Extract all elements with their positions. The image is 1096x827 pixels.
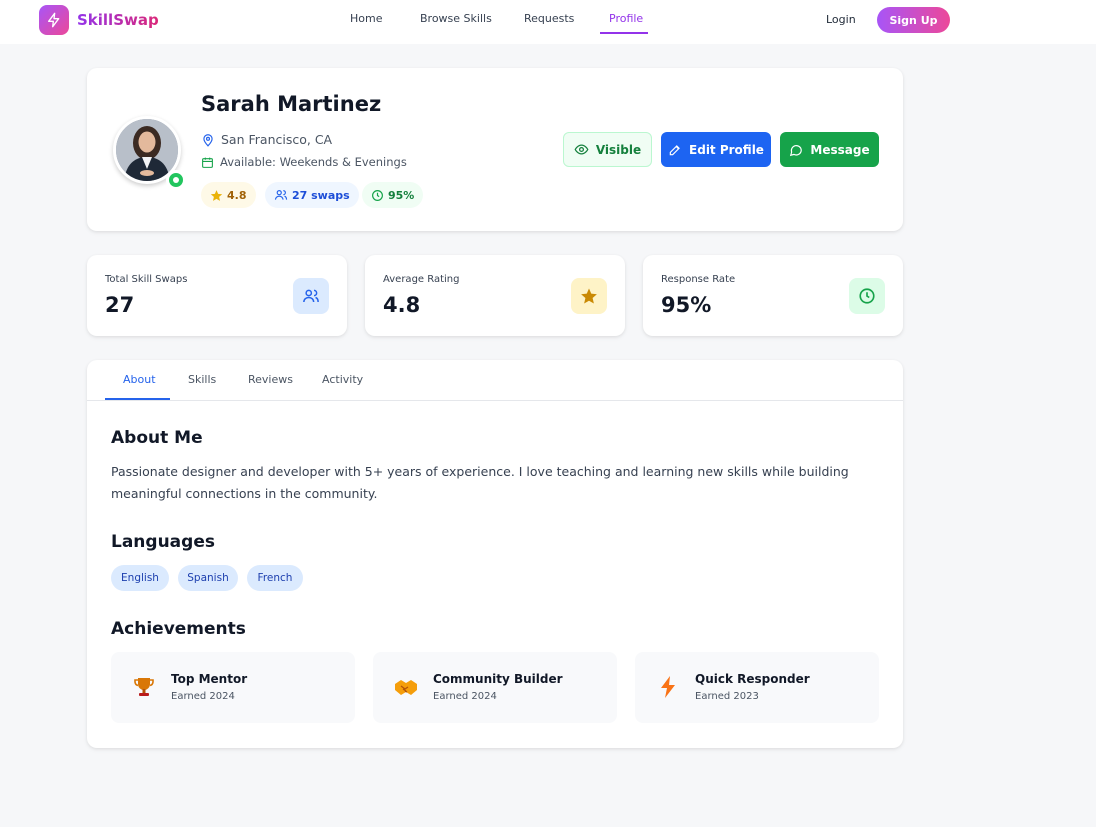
tab-reviews[interactable]: Reviews xyxy=(248,373,293,386)
response-chip-label: 95% xyxy=(388,188,415,202)
edit-profile-button[interactable]: Edit Profile xyxy=(661,132,771,167)
achievement-date: Earned 2024 xyxy=(171,691,235,702)
language-pill-english: English xyxy=(111,565,169,591)
stat-value: 4.8 xyxy=(383,293,421,317)
achievement-title: Community Builder xyxy=(433,672,563,686)
about-text: Passionate designer and developer with 5… xyxy=(111,464,849,501)
profile-header-card: Sarah Martinez San Francisco, CA Availab… xyxy=(87,68,903,231)
response-chip: 95% xyxy=(362,182,424,208)
tab-divider xyxy=(87,400,903,401)
app-logo[interactable]: SkillSwap xyxy=(39,5,159,35)
swaps-chip: 27 swaps xyxy=(265,182,359,208)
tab-active-indicator xyxy=(105,398,170,400)
language-pill-spanish: Spanish xyxy=(178,565,238,591)
nav-active-indicator xyxy=(600,32,648,34)
profile-name: Sarah Martinez xyxy=(201,92,382,116)
rating-chip-label: 4.8 xyxy=(227,188,247,202)
eye-icon xyxy=(574,144,589,155)
pencil-icon xyxy=(669,144,680,155)
lightning-icon xyxy=(655,674,681,700)
rating-chip: 4.8 xyxy=(201,182,256,208)
top-navbar: SkillSwap Home Browse Skills Requests Pr… xyxy=(0,0,1096,44)
nav-home-link[interactable]: Home xyxy=(350,12,382,25)
message-button-label: Message xyxy=(810,142,870,157)
stat-label: Total Skill Swaps xyxy=(105,274,188,285)
language-pill-french: French xyxy=(247,565,303,591)
languages-title: Languages xyxy=(111,532,215,552)
trophy-icon xyxy=(131,674,157,700)
login-link[interactable]: Login xyxy=(826,13,856,26)
star-icon xyxy=(210,189,223,201)
online-status-indicator xyxy=(166,170,186,190)
stat-value: 27 xyxy=(105,293,135,317)
location-text: San Francisco, CA xyxy=(221,132,333,147)
profile-tabs-card: About Skills Reviews Activity About Me P… xyxy=(87,360,903,748)
achievement-date: Earned 2024 xyxy=(433,691,497,702)
profile-location: San Francisco, CA xyxy=(201,132,332,147)
visibility-toggle-button[interactable]: Visible xyxy=(563,132,652,167)
achievement-date: Earned 2023 xyxy=(695,691,759,702)
message-button[interactable]: Message xyxy=(780,132,879,167)
star-icon xyxy=(571,278,607,314)
edit-profile-label: Edit Profile xyxy=(689,142,764,157)
signup-button[interactable]: Sign Up xyxy=(877,7,950,33)
lightning-icon xyxy=(39,5,69,35)
about-title: About Me xyxy=(111,428,203,448)
users-icon xyxy=(274,190,288,200)
clock-icon xyxy=(372,189,383,201)
achievement-quick-responder: Quick Responder Earned 2023 xyxy=(635,652,879,723)
swaps-chip-label: 27 swaps xyxy=(292,188,350,202)
achievements-title: Achievements xyxy=(111,619,246,639)
users-icon xyxy=(293,278,329,314)
achievement-title: Top Mentor xyxy=(171,672,248,686)
calendar-icon xyxy=(202,157,213,168)
handshake-icon xyxy=(393,674,419,700)
tab-about[interactable]: About xyxy=(123,373,156,386)
clock-icon xyxy=(849,278,885,314)
stat-label: Response Rate xyxy=(661,274,736,285)
stat-card-response-rate: Response Rate 95% xyxy=(643,255,903,336)
app-name: SkillSwap xyxy=(77,11,159,29)
stat-card-total-swaps: Total Skill Swaps 27 xyxy=(87,255,347,336)
stat-value: 95% xyxy=(661,293,712,317)
map-pin-icon xyxy=(203,133,213,147)
tab-skills[interactable]: Skills xyxy=(188,373,216,386)
achievement-community-builder: Community Builder Earned 2024 xyxy=(373,652,617,723)
chat-bubble-icon xyxy=(790,144,803,156)
achievement-top-mentor: Top Mentor Earned 2024 xyxy=(111,652,355,723)
nav-profile-link[interactable]: Profile xyxy=(609,12,643,25)
stat-card-average-rating: Average Rating 4.8 xyxy=(365,255,625,336)
achievement-title: Quick Responder xyxy=(695,672,810,686)
nav-browse-skills-link[interactable]: Browse Skills xyxy=(420,12,492,25)
visibility-button-label: Visible xyxy=(595,142,642,157)
availability-text: Available: Weekends & Evenings xyxy=(220,155,407,169)
nav-requests-link[interactable]: Requests xyxy=(524,12,574,25)
tab-activity[interactable]: Activity xyxy=(322,373,363,386)
profile-availability: Available: Weekends & Evenings xyxy=(201,155,407,169)
stat-label: Average Rating xyxy=(383,274,460,285)
